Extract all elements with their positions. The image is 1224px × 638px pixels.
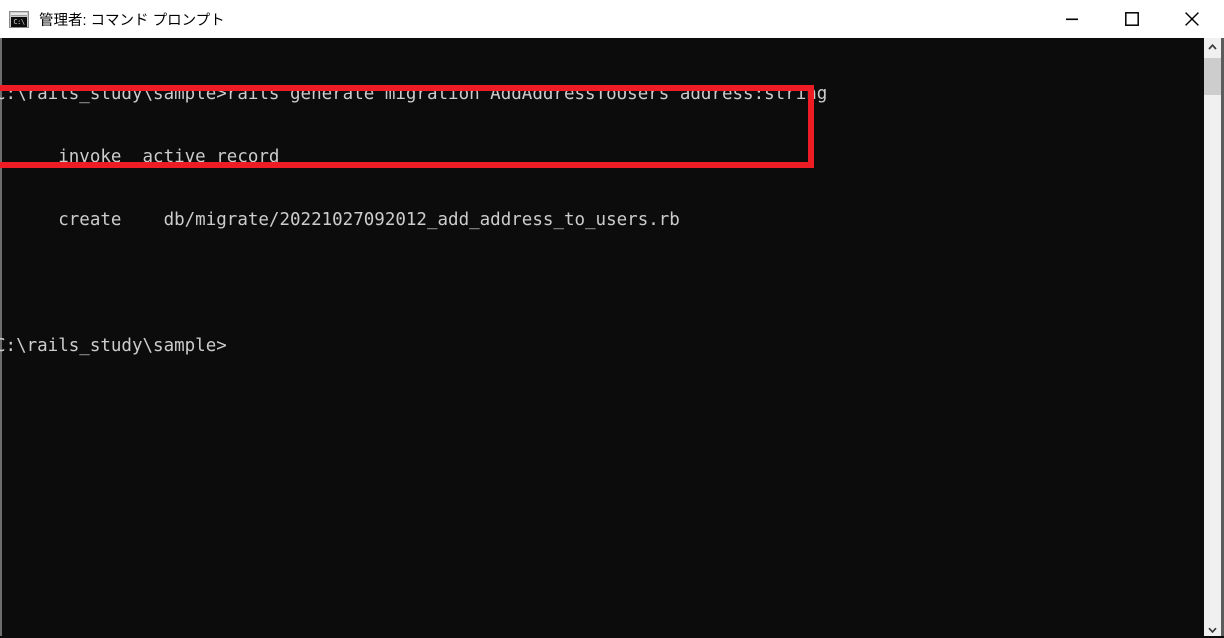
terminal-line-command: C:\rails_study\sample>rails generate mig… (0, 84, 828, 104)
scrollbar-thumb[interactable] (1204, 58, 1221, 95)
terminal-line-prompt: C:\rails_study\sample> (0, 336, 227, 356)
close-icon (1185, 12, 1199, 26)
minimize-button[interactable] (1049, 0, 1095, 38)
maximize-icon (1125, 12, 1139, 26)
window-controls (1049, 0, 1224, 38)
scroll-up-button[interactable] (1204, 38, 1221, 55)
terminal-line-create: create db/migrate/20221027092012_add_add… (0, 210, 680, 230)
terminal-line-invoke: invoke active_record (0, 147, 280, 167)
window-title: 管理者: コマンド プロンプト (39, 12, 225, 29)
maximize-button[interactable] (1109, 0, 1155, 38)
title-bar[interactable]: C:\ 管理者: コマンド プロンプト (0, 0, 1224, 38)
cmd-prompt-icon: C:\ (9, 10, 29, 28)
cmd-icon-titlebar (11, 12, 27, 16)
vertical-scrollbar[interactable] (1204, 38, 1221, 638)
cmd-icon-screen: C:\ (11, 16, 27, 27)
chevron-down-icon (1208, 627, 1217, 633)
terminal-text: C:\rails_study\sample>rails generate mig… (0, 42, 1195, 399)
close-button[interactable] (1169, 0, 1215, 38)
terminal-output-area[interactable]: C:\rails_study\sample>rails generate mig… (0, 38, 1224, 638)
title-bar-left: C:\ 管理者: コマンド プロンプト (0, 9, 1049, 30)
chevron-up-icon (1208, 43, 1217, 50)
command-prompt-window: C:\ 管理者: コマンド プロンプト C:\rails_study\sampl… (0, 0, 1224, 638)
minimize-icon (1066, 18, 1078, 21)
